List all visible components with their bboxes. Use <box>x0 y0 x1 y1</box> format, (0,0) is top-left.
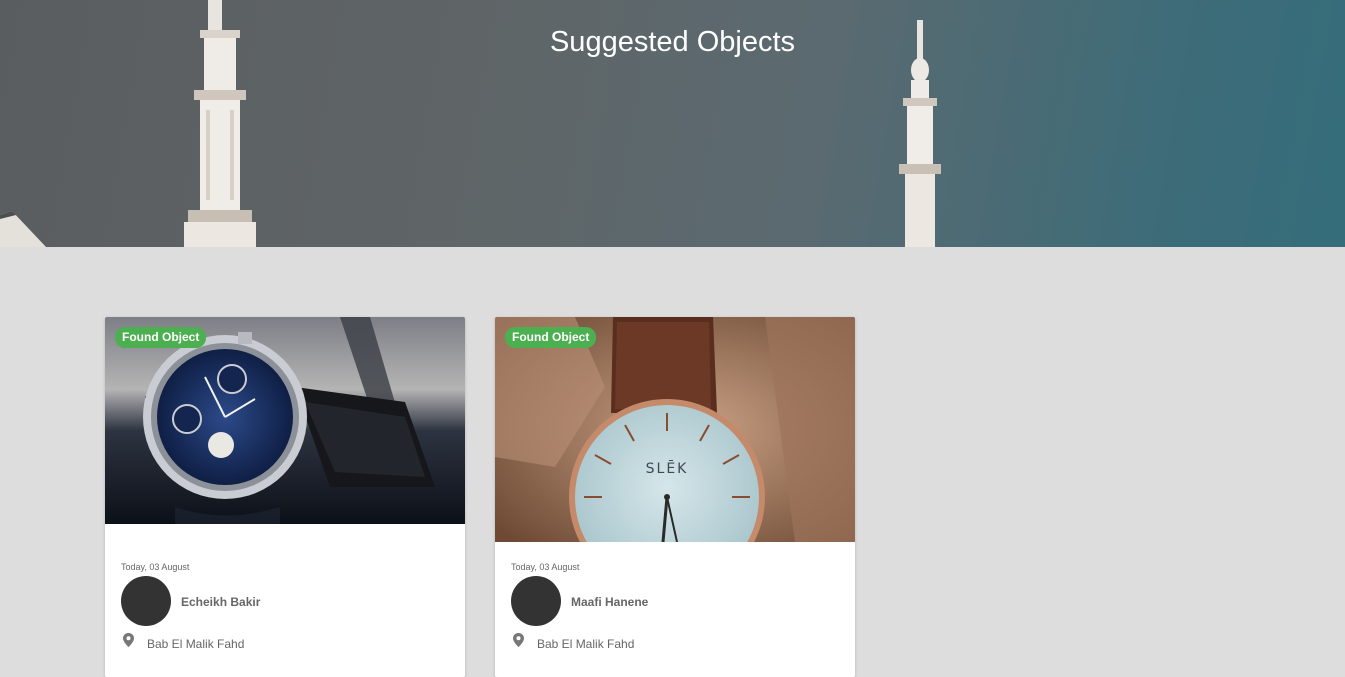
location-text: Bab El Malik Fahd <box>147 637 245 651</box>
location-text: Bab El Malik Fahd <box>537 637 635 651</box>
dome-image <box>0 211 46 247</box>
watch-brand-text: SLĒK <box>646 460 689 477</box>
wristwatch-white-dial-icon[interactable]: SLĒK <box>495 317 855 542</box>
found-object-badge: Found Object <box>115 327 207 348</box>
author-name[interactable]: Maafi Hanene <box>571 595 648 609</box>
found-object-badge: Found Object <box>505 327 597 348</box>
card-date: Today, 03 August <box>511 562 580 572</box>
author-name[interactable]: Echeikh Bakir <box>181 595 260 609</box>
location-pin-icon <box>123 633 134 647</box>
location-pin-icon <box>513 633 524 647</box>
object-card[interactable]: SLĒK Found Object Today, 03 August Maafi… <box>495 317 855 677</box>
card-date: Today, 03 August <box>121 562 190 572</box>
wristwatch-blue-dial-icon[interactable] <box>105 317 465 524</box>
avatar[interactable] <box>121 576 171 626</box>
hero-banner: Suggested Objects <box>0 0 1345 247</box>
object-card[interactable]: Found Object Today, 03 August Echeikh Ba… <box>105 317 465 677</box>
page-title: Suggested Objects <box>549 26 796 58</box>
avatar[interactable] <box>511 576 561 626</box>
